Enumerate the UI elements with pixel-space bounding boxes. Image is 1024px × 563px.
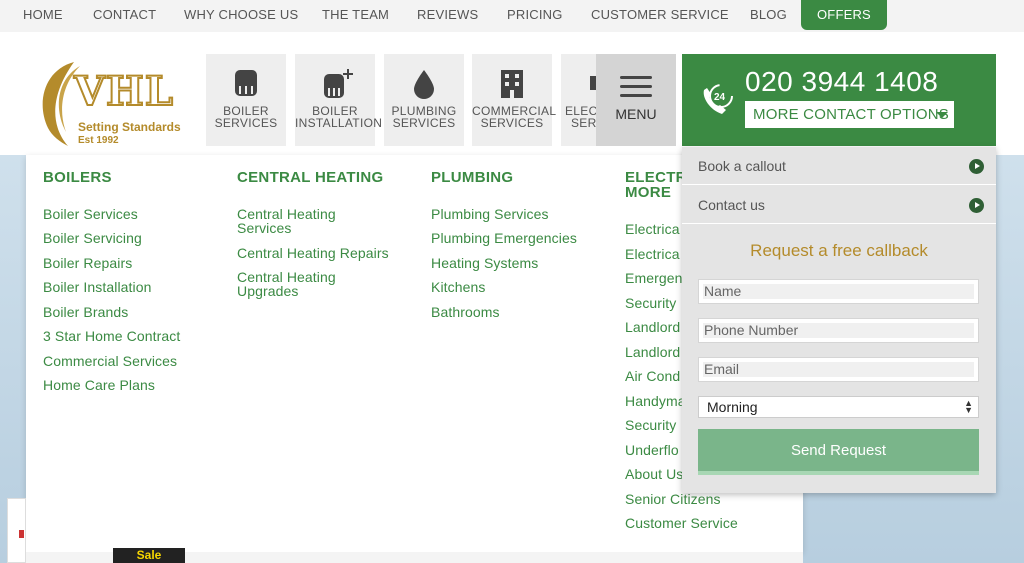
menu-link[interactable]: Electrica — [625, 222, 680, 236]
phone-number[interactable]: 020 3944 1408 — [745, 66, 938, 98]
menu-link[interactable]: About Us — [625, 467, 683, 481]
water-drop-icon — [414, 70, 434, 99]
nav-why-choose-us[interactable]: WHY CHOOSE US — [184, 0, 298, 30]
boiler-icon — [235, 70, 257, 96]
column-heading[interactable]: PLUMBING — [431, 170, 611, 185]
tile-boiler-services[interactable]: BOILER SERVICES — [206, 54, 286, 146]
menu-link[interactable]: Boiler Installation — [43, 280, 152, 294]
menu-column-plumbing: PLUMBING Plumbing Services Plumbing Emer… — [431, 170, 611, 319]
caret-down-icon — [936, 112, 948, 118]
menu-column-boilers: BOILERS Boiler Services Boiler Servicing… — [43, 170, 223, 392]
send-request-button[interactable]: Send Request — [698, 429, 979, 475]
nav-reviews[interactable]: REVIEWS — [417, 0, 478, 30]
tile-plumbing-services[interactable]: PLUMBING SERVICES — [384, 54, 464, 146]
logo-text: VHL — [73, 67, 174, 116]
menu-link[interactable]: Bathrooms — [431, 305, 500, 319]
phone-24h-icon: 24 — [703, 84, 733, 114]
menu-link[interactable]: Central Heating — [237, 207, 336, 221]
menu-link[interactable]: Commercial Services — [43, 354, 177, 368]
tile-label: BOILER INSTALLATION — [295, 104, 383, 130]
menu-button[interactable]: MENU — [596, 54, 676, 146]
book-callout-option[interactable]: Book a callout — [682, 147, 996, 185]
menu-link[interactable]: Services — [237, 221, 291, 235]
sale-badge: Sale — [113, 548, 185, 563]
menu-link[interactable]: Kitchens — [431, 280, 486, 294]
menu-link[interactable]: Central Heating — [237, 270, 336, 284]
menu-column-central-heating: CENTRAL HEATING Central Heating Services… — [237, 170, 417, 298]
logo-est: Est 1992 — [78, 135, 119, 146]
menu-link[interactable]: Upgrades — [237, 284, 299, 298]
arrow-right-circle-icon — [969, 159, 984, 174]
nav-contact[interactable]: CONTACT — [93, 0, 156, 30]
menu-link[interactable]: Underflo — [625, 443, 679, 457]
callback-time-select[interactable]: Morning ▲ ▼ — [698, 396, 979, 418]
menu-link[interactable]: Air Cond — [625, 369, 680, 383]
top-nav: HOME CONTACT WHY CHOOSE US THE TEAM REVI… — [0, 0, 1024, 32]
nav-the-team[interactable]: THE TEAM — [322, 0, 389, 30]
menu-link[interactable]: Landlord — [625, 345, 680, 359]
logo-tagline: Setting Standards — [78, 120, 181, 134]
tile-boiler-installation[interactable]: BOILER INSTALLATION — [295, 54, 383, 146]
menu-link[interactable]: Central Heating Repairs — [237, 246, 389, 260]
tile-electrical-services[interactable]: ELECTSERV — [561, 54, 601, 146]
nav-home[interactable]: HOME — [23, 0, 63, 30]
column-heading[interactable]: BOILERS — [43, 170, 223, 185]
contact-us-option[interactable]: Contact us — [682, 186, 996, 224]
phone-number-field[interactable]: Phone Number — [698, 318, 979, 343]
column-heading[interactable]: CENTRAL HEATING — [237, 170, 417, 185]
callback-form-title: Request a free callback — [750, 241, 928, 260]
menu-link[interactable]: Home Care Plans — [43, 378, 155, 392]
name-field[interactable]: Name — [698, 279, 979, 304]
menu-link[interactable]: Customer Service — [625, 516, 738, 530]
hamburger-icon — [620, 76, 652, 103]
contact-dropdown: Book a callout Contact us Request a free… — [682, 147, 996, 493]
menu-link[interactable]: Senior Citizens — [625, 492, 721, 506]
more-contact-options-button[interactable]: MORE CONTACT OPTIONS — [745, 101, 954, 128]
side-card — [7, 498, 26, 563]
menu-link[interactable]: Emergen — [625, 271, 683, 285]
email-field[interactable]: Email — [698, 357, 979, 382]
menu-link[interactable]: Landlord — [625, 320, 680, 334]
menu-link[interactable]: Handyma — [625, 394, 686, 408]
nav-pricing[interactable]: PRICING — [507, 0, 563, 30]
menu-link[interactable]: 3 Star Home Contract — [43, 329, 180, 343]
contact-box: 24 020 3944 1408 MORE CONTACT OPTIONS — [682, 54, 996, 146]
svg-text:24: 24 — [714, 92, 726, 103]
menu-link[interactable]: Boiler Services — [43, 207, 138, 221]
nav-offers[interactable]: OFFERS — [801, 0, 887, 30]
select-arrows-icon: ▲ ▼ — [964, 398, 973, 415]
menu-link[interactable]: Plumbing Emergencies — [431, 231, 577, 245]
nav-customer-service[interactable]: CUSTOMER SERVICE — [591, 0, 729, 30]
menu-link[interactable]: Electrica — [625, 247, 680, 261]
tile-label: BOILER SERVICES — [214, 104, 278, 130]
menu-link[interactable]: Boiler Brands — [43, 305, 128, 319]
boiler-add-icon — [324, 69, 353, 98]
vhl-logo[interactable]: VHL Setting Standards Est 1992 — [34, 58, 194, 148]
nav-blog[interactable]: BLOG — [750, 0, 787, 30]
tile-label: COMMERCIAL SERVICES — [472, 104, 557, 130]
menu-link[interactable]: Plumbing Services — [431, 207, 549, 221]
menu-link[interactable]: Boiler Servicing — [43, 231, 142, 245]
tile-commercial-services[interactable]: COMMERCIAL SERVICES — [472, 54, 557, 146]
tile-label: PLUMBING SERVICES — [391, 104, 457, 130]
menu-link[interactable]: Security — [625, 418, 676, 432]
menu-label: MENU — [615, 106, 657, 122]
arrow-right-circle-icon — [969, 198, 984, 213]
menu-link[interactable]: Boiler Repairs — [43, 256, 132, 270]
building-icon — [501, 70, 523, 98]
menu-link[interactable]: Security — [625, 296, 676, 310]
menu-link[interactable]: Heating Systems — [431, 256, 538, 270]
